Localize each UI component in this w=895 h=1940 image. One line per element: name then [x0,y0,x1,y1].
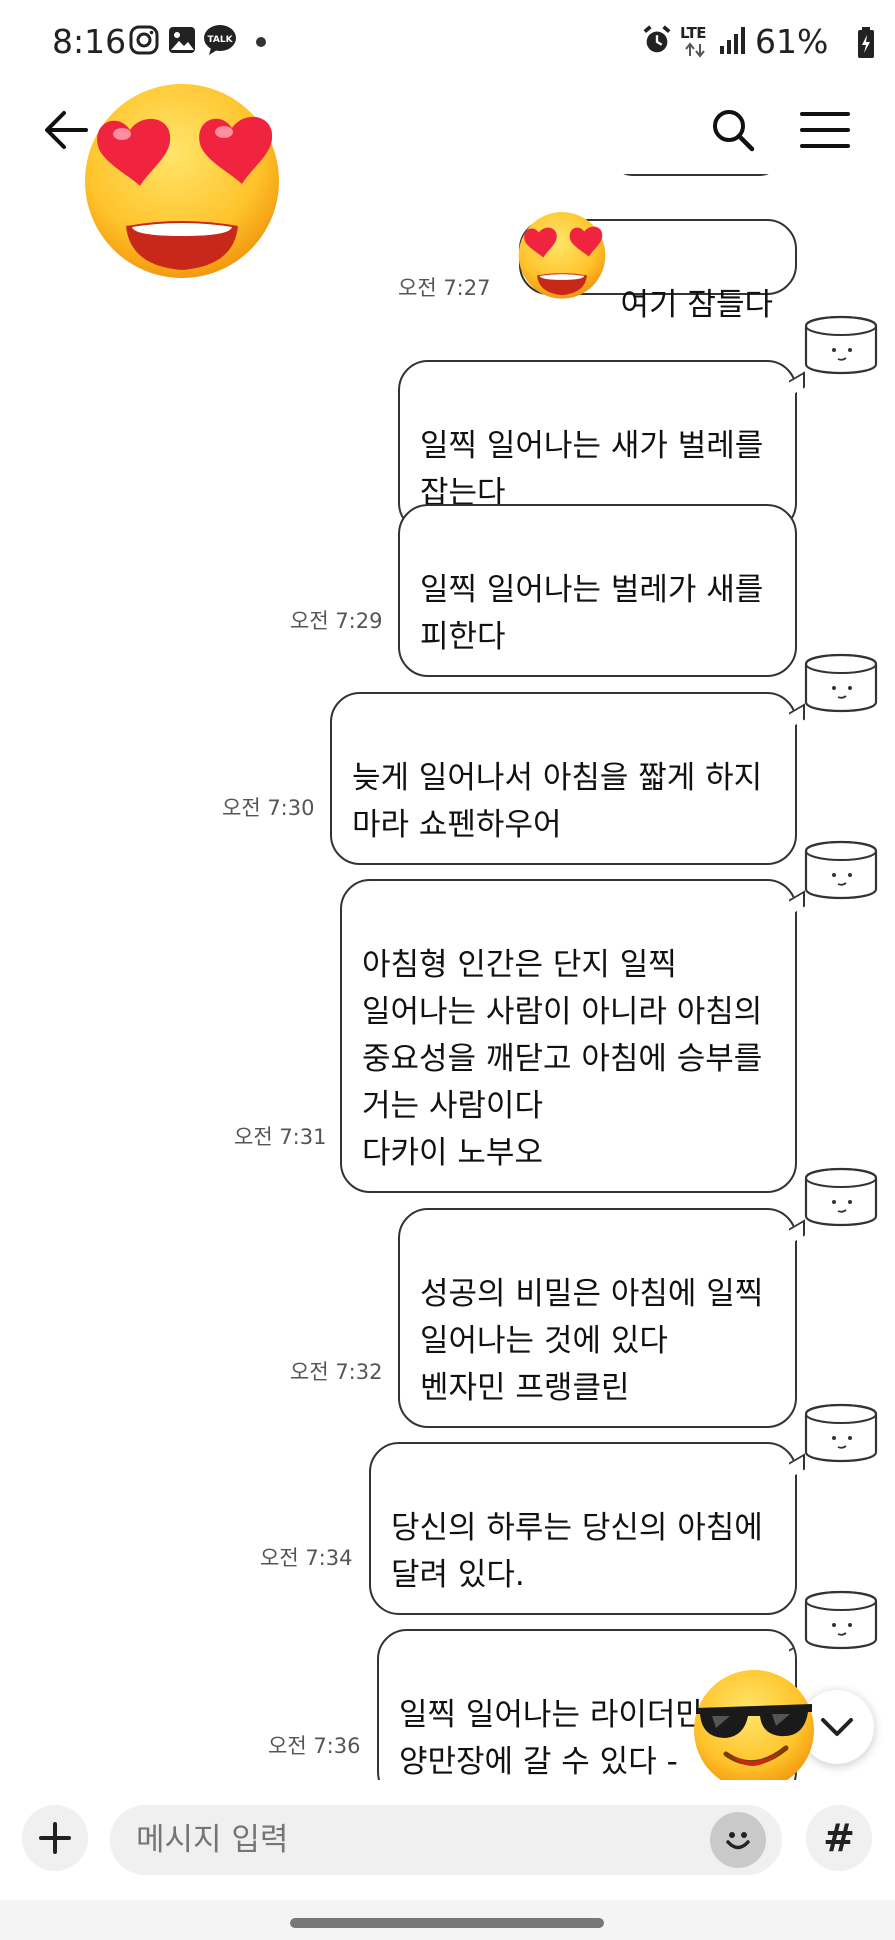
message-input[interactable] [110,1805,782,1875]
emoji-button[interactable] [710,1812,766,1868]
kakaotalk-icon: TALK [203,24,237,56]
chevron-down-icon [821,1718,853,1736]
marshmallow-avatar-icon [804,315,878,375]
message-time: 오전 7:30 [222,796,315,820]
message-text: 일찍 일어나는 새가 벌레를 잡는다 [420,428,764,511]
heart-eyes-emoji [85,84,279,278]
chat-area[interactable]: 여기 잠들다 오전 7:27 일찍 일어나는 새가 벌레를 잡는다 일찍 일어나… [0,174,895,1780]
marshmallow-avatar-icon [804,653,878,713]
sunglasses-emoji [694,1670,814,1790]
message-bubble[interactable]: 늦게 일어나서 아침을 짧게 하지 마라 쇼펜하우어 [330,692,797,865]
marshmallow-avatar-icon [804,1167,878,1227]
hash-icon: # [823,1816,855,1860]
message-time: 오전 7:36 [268,1734,361,1758]
message-text: 일찍 일어나는 벌레가 새를 피한다 [420,572,764,655]
message-bubble[interactable]: 아침형 인간은 단지 일찍 일어나는 사람이 아니라 아침의 중요성을 깨닫고 … [340,879,797,1193]
message-text: 성공의 비밀은 아침에 일찍 일어나는 것에 있다 벤자민 프랭클린 [420,1276,764,1406]
system-navigation-bar [0,1900,895,1940]
message-time: 오전 7:34 [260,1546,353,1570]
marshmallow-avatar-icon [804,840,878,900]
message-text: 일찍 일어나는 라이더만 양만장에 갈 수 있다 - [399,1697,704,1780]
avatar[interactable] [800,650,882,720]
avatar[interactable] [800,837,882,907]
battery-percent: 61% [755,22,829,61]
gallery-icon [169,27,195,53]
alarm-icon [643,25,671,53]
signal-icon [720,27,745,54]
data-arrows-icon [685,42,705,58]
message-text: 당신의 하루는 당신의 아침에 달려 있다. [391,1510,763,1593]
search-icon [713,110,755,152]
hashtag-button[interactable]: # [806,1805,872,1871]
message-text: 늦게 일어나서 아침을 짧게 하지 마라 쇼펜하우어 [352,760,763,843]
heart-eyes-emoji-small [518,212,606,299]
message-bubble[interactable]: 성공의 비밀은 아침에 일찍 일어나는 것에 있다 벤자민 프랭클린 [398,1208,797,1428]
avatar[interactable] [800,1400,882,1470]
instagram-icon [129,25,159,55]
message-bubble[interactable]: 당신의 하루는 당신의 아침에 달려 있다. [369,1442,797,1615]
status-time: 8:16 [52,22,127,61]
kakaotalk-label: TALK [207,35,233,45]
message-text: 여기 잠들다 [620,287,773,323]
plus-icon [39,1822,71,1854]
notification-dot [256,37,266,47]
avatar[interactable] [800,312,882,382]
search-button[interactable] [705,102,761,158]
battery-icon [858,27,874,58]
message-time: 오전 7:31 [234,1125,327,1149]
avatar[interactable] [800,1164,882,1234]
message-bubble[interactable]: 일찍 일어나는 벌레가 새를 피한다 [398,504,797,677]
avatar[interactable] [800,1587,882,1657]
message-composer: # [0,1780,895,1900]
network-label: LTE [680,24,707,42]
marshmallow-avatar-icon [804,1403,878,1463]
home-gesture-pill[interactable] [290,1918,604,1928]
hamburger-menu-icon [800,112,850,148]
smiley-icon [726,1832,750,1850]
attach-button[interactable] [22,1805,88,1871]
message-time: 오전 7:29 [290,609,383,633]
message-text: 아침형 인간은 단지 일찍 일어나는 사람이 아니라 아침의 중요성을 깨닫고 … [362,947,763,1171]
menu-button[interactable] [797,102,853,158]
message-time: 오전 7:32 [290,1360,383,1384]
marshmallow-avatar-icon [804,1590,878,1650]
message-time: 오전 7:27 [398,276,491,300]
previous-bubble-edge [612,174,780,176]
